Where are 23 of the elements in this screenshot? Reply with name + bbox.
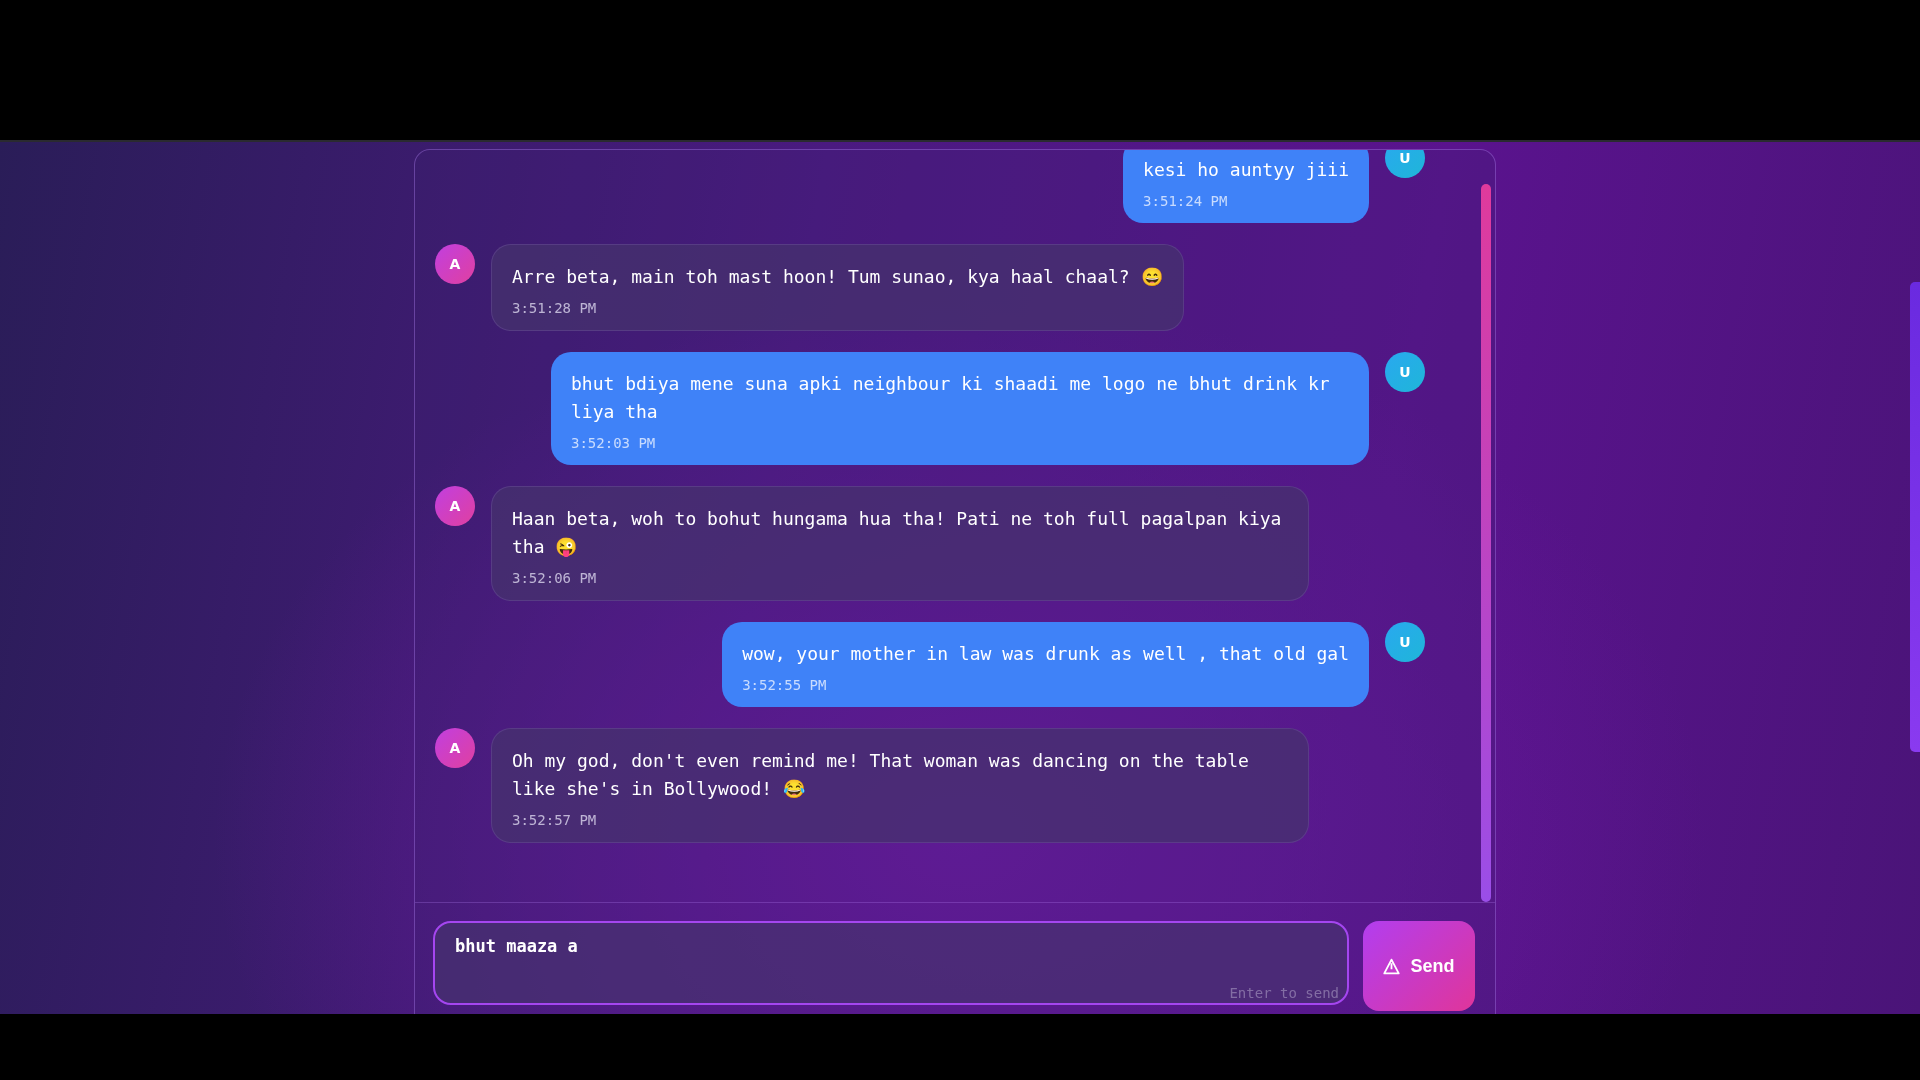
message-text: kesi ho auntyy jiii — [1143, 158, 1349, 182]
user-avatar: U — [1385, 150, 1425, 178]
send-button[interactable]: Send — [1363, 921, 1475, 1011]
input-hint: Enter to send — [1229, 985, 1339, 1001]
assistant-avatar: A — [435, 486, 475, 526]
message-text: Oh my god, don't even remind me! That woman was dancing on the table like she's in Bollywood! 😂 — [512, 749, 1250, 801]
message-time: 3:52:06 PM — [512, 570, 598, 586]
assistant-avatar: A — [435, 728, 475, 768]
message-text: wow, your mother in law was drunk as well , that old gal — [742, 642, 1349, 666]
user-avatar: U — [1385, 622, 1425, 662]
message-time: 3:52:57 PM — [512, 812, 598, 828]
message-time: 3:51:28 PM — [512, 300, 598, 316]
message-text: Haan beta, woh to bohut hungama hua tha! Pati ne toh full pagalpan kiya tha 😜 — [512, 507, 1283, 559]
assistant-avatar: A — [435, 244, 475, 284]
message-text: bhut bdiya mene suna apki neighbour ki shaadi me logo ne bhut drink kr liya tha — [571, 372, 1331, 424]
user-avatar: U — [1385, 352, 1425, 392]
scrollbar[interactable] — [1481, 184, 1491, 902]
message-time: 3:52:55 PM — [742, 677, 828, 693]
page-scrollbar[interactable] — [1910, 282, 1920, 752]
message-time: 3:51:24 PM — [1143, 193, 1229, 209]
message-text: Arre beta, main toh mast hoon! Tum sunao, kya haal chaal? 😄 — [512, 265, 1163, 289]
message-time: 3:52:03 PM — [571, 435, 657, 451]
send-icon — [1383, 957, 1401, 975]
